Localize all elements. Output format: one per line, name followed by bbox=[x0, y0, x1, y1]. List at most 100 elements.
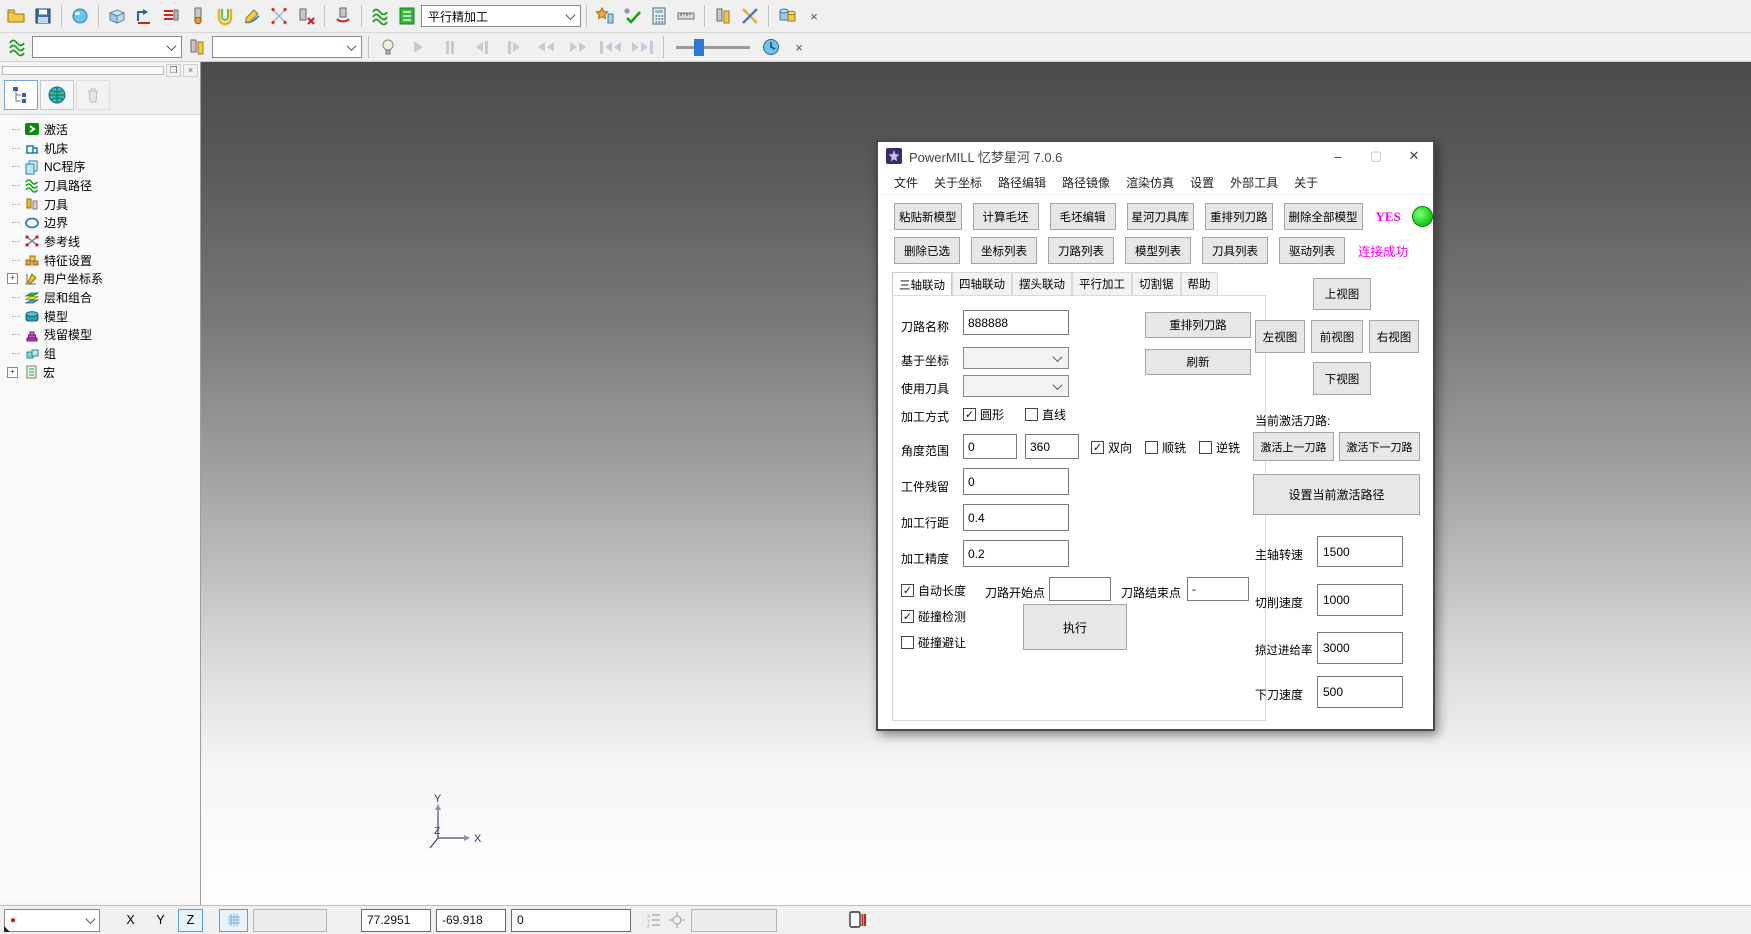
sim-speed-button[interactable] bbox=[758, 34, 784, 60]
tree-item-toolpaths[interactable]: 刀具路径 bbox=[0, 176, 200, 195]
menu-item-file[interactable]: 文件 bbox=[886, 170, 926, 194]
menu-item-render-sim[interactable]: 渲染仿真 bbox=[1118, 170, 1182, 194]
auto-length-checkbox[interactable]: 自动长度 bbox=[901, 582, 966, 599]
sim-light-button[interactable] bbox=[375, 34, 401, 60]
rapid-moves-button[interactable] bbox=[131, 3, 157, 29]
paste-new-model-button[interactable]: 粘贴新模型 bbox=[894, 203, 962, 230]
strategy-combobox[interactable]: 平行精加工 bbox=[421, 5, 581, 27]
xinghe-tool-library-button[interactable]: 星河刀具库 bbox=[1127, 203, 1195, 230]
toolpath-button[interactable] bbox=[367, 3, 393, 29]
stepover-input[interactable] bbox=[963, 504, 1069, 531]
measure-button[interactable] bbox=[673, 3, 699, 29]
minimize-button[interactable]: – bbox=[1319, 142, 1357, 170]
sim-play-button[interactable] bbox=[403, 35, 433, 59]
view-right-button[interactable]: 右视图 bbox=[1369, 320, 1419, 353]
panel-float-button[interactable]: ❐ bbox=[166, 64, 181, 77]
tree-item-groups[interactable]: 组 bbox=[0, 344, 200, 363]
dialog-titlebar[interactable]: PowerMILL 忆梦星河 7.0.6 – ▢ ✕ bbox=[878, 142, 1433, 170]
tree-item-levels-sets[interactable]: 层和组合 bbox=[0, 288, 200, 307]
bidirectional-checkbox[interactable]: 双向 bbox=[1091, 439, 1132, 456]
sim-fast-forward-button[interactable] bbox=[563, 35, 593, 59]
tool-list-button[interactable]: 刀具列表 bbox=[1202, 237, 1268, 264]
tree-item-machine-tools[interactable]: 机床 bbox=[0, 139, 200, 158]
tool-button[interactable] bbox=[185, 3, 211, 29]
tree-item-models[interactable]: 模型 bbox=[0, 307, 200, 326]
menu-item-about[interactable]: 关于 bbox=[1286, 170, 1326, 194]
tab-explorer-web[interactable] bbox=[40, 80, 74, 110]
tab-help[interactable]: 帮助 bbox=[1181, 272, 1218, 295]
close-main-toolbar-button[interactable]: × bbox=[801, 3, 827, 29]
tree-item-nc-programs[interactable]: NC程序 bbox=[0, 157, 200, 176]
toolpath-name-input[interactable] bbox=[963, 310, 1069, 335]
slider-handle-icon[interactable] bbox=[694, 39, 704, 56]
tool-database-button[interactable] bbox=[710, 3, 736, 29]
tree-item-activate[interactable]: 激活 bbox=[0, 120, 200, 139]
close-sim-toolbar-button[interactable]: × bbox=[786, 34, 812, 60]
execute-button[interactable]: 执行 bbox=[1023, 604, 1127, 650]
axis-y-button[interactable]: Y bbox=[148, 909, 173, 932]
menu-item-path-mirror[interactable]: 路径镜像 bbox=[1054, 170, 1118, 194]
sim-tool-button[interactable] bbox=[184, 34, 210, 60]
tree-item-boundaries[interactable]: 边界 bbox=[0, 213, 200, 232]
curve-editor-button[interactable] bbox=[239, 3, 265, 29]
tree-item-macros[interactable]: +宏 bbox=[0, 363, 200, 382]
stock-edit-button[interactable]: 毛坯编辑 bbox=[1050, 203, 1116, 230]
mode-circle-checkbox[interactable]: 圆形 bbox=[963, 406, 1004, 423]
start-point-input[interactable] bbox=[1049, 577, 1111, 601]
tab-explorer-recycle[interactable] bbox=[76, 80, 110, 110]
expand-plus-icon[interactable]: + bbox=[7, 273, 18, 284]
tab-cutting-saw[interactable]: 切割锯 bbox=[1132, 272, 1181, 295]
coord-list-button[interactable]: 坐标列表 bbox=[971, 237, 1037, 264]
end-point-input[interactable] bbox=[1187, 577, 1249, 601]
block-button[interactable] bbox=[104, 3, 130, 29]
view-front-button[interactable]: 前视图 bbox=[1311, 320, 1363, 353]
angle-end-input[interactable] bbox=[1025, 434, 1079, 459]
spindle-speed-input[interactable] bbox=[1317, 536, 1403, 567]
compute-stock-button[interactable]: 计算毛坯 bbox=[973, 203, 1039, 230]
sim-toolpath-combobox[interactable] bbox=[32, 36, 182, 58]
maximize-button[interactable]: ▢ bbox=[1357, 142, 1395, 170]
simulate-check-button[interactable] bbox=[619, 3, 645, 29]
tree-item-workplanes[interactable]: +用户坐标系 bbox=[0, 270, 200, 289]
tree-item-tools[interactable]: 刀具 bbox=[0, 195, 200, 214]
tab-parallel[interactable]: 平行加工 bbox=[1072, 272, 1132, 295]
sim-go-end-button[interactable] bbox=[627, 35, 657, 59]
calculator-button[interactable] bbox=[646, 3, 672, 29]
toolpath-list-button[interactable]: 刀路列表 bbox=[1048, 237, 1114, 264]
delete-all-models-button[interactable]: 删除全部模型 bbox=[1284, 203, 1363, 230]
tree-item-feature-sets[interactable]: 特征设置 bbox=[0, 251, 200, 270]
tab-3axis[interactable]: 三轴联动 bbox=[892, 272, 952, 296]
reorder-toolpaths-button-2[interactable]: 重排列刀路 bbox=[1145, 312, 1251, 338]
tolerance-input[interactable] bbox=[963, 540, 1069, 567]
view-bottom-button[interactable]: 下视图 bbox=[1313, 362, 1371, 395]
reorder-toolpaths-button[interactable]: 重排列刀路 bbox=[1205, 203, 1273, 230]
cutting-speed-input[interactable] bbox=[1317, 584, 1403, 616]
axis-x-button[interactable]: X bbox=[118, 909, 143, 932]
sim-pause-button[interactable] bbox=[435, 35, 465, 59]
collision-avoid-checkbox[interactable]: 碰撞避让 bbox=[901, 634, 966, 651]
delete-tool-button[interactable] bbox=[293, 3, 319, 29]
based-coord-select[interactable] bbox=[963, 347, 1069, 369]
clipboard-pause-icon[interactable] bbox=[847, 910, 867, 930]
climb-mill-checkbox[interactable]: 顺铣 bbox=[1145, 439, 1186, 456]
open-project-button[interactable] bbox=[3, 3, 29, 29]
activate-prev-toolpath-button[interactable]: 激活上一刀路 bbox=[1253, 432, 1334, 461]
sim-speed-slider[interactable] bbox=[676, 46, 750, 49]
pattern-button[interactable] bbox=[266, 3, 292, 29]
sim-go-start-button[interactable] bbox=[595, 35, 625, 59]
toolpath-verify-button[interactable] bbox=[592, 3, 618, 29]
locate-target-icon[interactable] bbox=[668, 911, 686, 929]
grid-toggle-button[interactable] bbox=[219, 909, 248, 932]
view-left-button[interactable]: 左视图 bbox=[1255, 320, 1305, 353]
activate-next-toolpath-button[interactable]: 激活下一刀路 bbox=[1339, 432, 1420, 461]
save-project-button[interactable] bbox=[30, 3, 56, 29]
sim-tool-combobox[interactable] bbox=[212, 36, 362, 58]
sim-rewind-button[interactable] bbox=[531, 35, 561, 59]
tab-4axis[interactable]: 四轴联动 bbox=[952, 272, 1012, 295]
transform-button[interactable] bbox=[737, 3, 763, 29]
menu-item-settings[interactable]: 设置 bbox=[1182, 170, 1222, 194]
point-mode-combobox[interactable]: ● bbox=[4, 909, 100, 932]
tab-swivel-head[interactable]: 摆头联动 bbox=[1012, 272, 1072, 295]
model-list-button[interactable]: 模型列表 bbox=[1125, 237, 1191, 264]
collision-check-button[interactable] bbox=[212, 3, 238, 29]
